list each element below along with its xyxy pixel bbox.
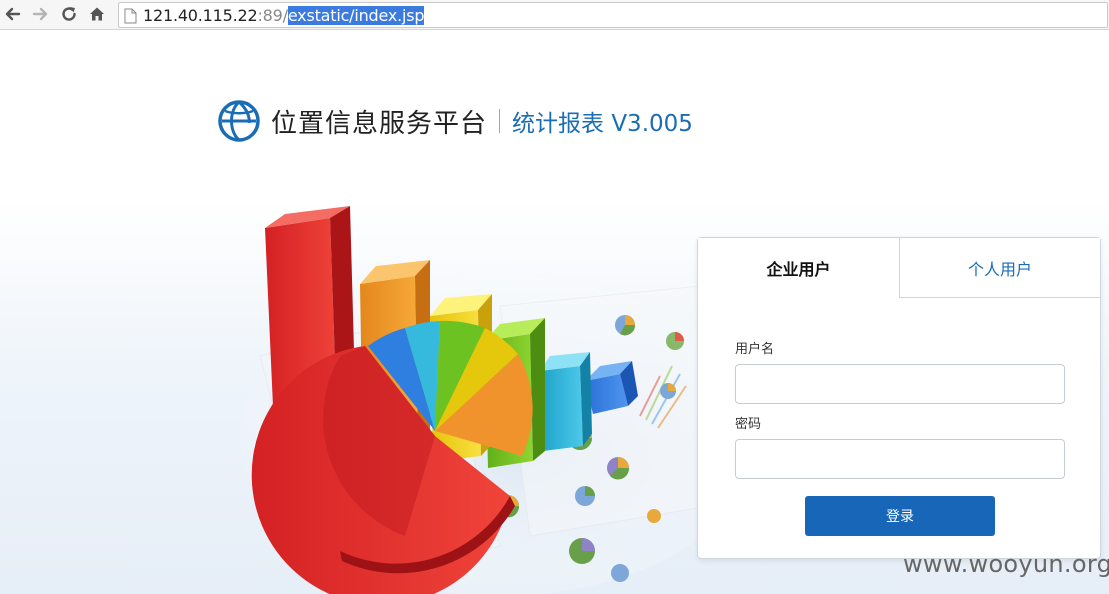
watermark: www.wooyun.org [903,550,1109,578]
url-text: 121.40.115.22:89/exstatic/index.jsp [143,6,425,25]
password-input[interactable] [735,439,1065,479]
login-button[interactable]: 登录 [805,496,995,536]
url-host: 121.40.115.22 [143,6,258,25]
login-tabs: 企业用户 个人用户 [698,238,1100,298]
username-label: 用户名 [735,342,775,357]
platform-title: 位置信息服务平台 [271,108,488,139]
title-divider [499,109,501,133]
page-body: 位置信息服务平台 统计报表 V3.005 企业用户 个人用户 用户名 密码 登录… [0,31,1109,594]
url-path-selected: exstatic/index.jsp [287,6,425,25]
brand-header: 位置信息服务平台 统计报表 V3.005 [217,99,693,143]
password-label: 密码 [735,417,762,432]
platform-subtitle: 统计报表 V3.005 [512,111,693,137]
home-button[interactable] [86,3,108,25]
reload-icon [62,7,76,21]
address-bar[interactable]: 121.40.115.22:89/exstatic/index.jsp [118,2,1108,28]
tab-enterprise-user[interactable]: 企业用户 [698,238,900,298]
back-icon [5,7,21,21]
page-icon [124,8,137,24]
back-button[interactable] [2,3,24,25]
reload-button[interactable] [58,3,80,25]
globe-logo-icon [218,100,260,142]
forward-icon [32,7,48,21]
username-input[interactable] [735,364,1065,404]
browser-toolbar: 121.40.115.22:89/exstatic/index.jsp [0,0,1109,30]
login-panel: 企业用户 个人用户 用户名 密码 登录 [697,237,1101,559]
tab-personal-user[interactable]: 个人用户 [900,238,1100,298]
statistics-illustration [240,206,720,594]
url-port: :89/ [257,6,288,25]
home-icon [90,7,104,21]
forward-button[interactable] [29,3,51,25]
